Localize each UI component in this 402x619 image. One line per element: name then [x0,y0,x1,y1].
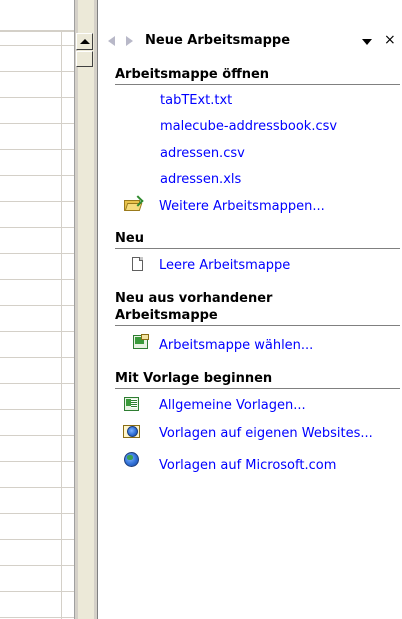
back-arrow-icon[interactable] [108,36,115,46]
recent-file-link[interactable]: adressen.csv [160,146,245,161]
task-pane-header: Neue Arbeitsmappe × [98,30,402,52]
scrollbar-thumb[interactable] [76,51,93,67]
blank-document-icon [129,256,147,273]
section-divider [115,248,400,249]
website-templates-link[interactable]: Vorlagen auf eigenen Websites... [159,426,373,441]
open-folder-icon [124,195,144,214]
section-heading-from-existing-line2: Arbeitsmappe [115,308,218,323]
choose-workbook-link[interactable]: Arbeitsmappe wählen... [159,338,313,353]
spreadsheet-header-area [0,0,74,32]
workbook-icon [132,334,150,351]
recent-file-link[interactable]: malecube-addressbook.csv [160,119,337,134]
more-workbooks-link[interactable]: Weitere Arbeitsmappen... [159,199,325,214]
microsoft-templates-link[interactable]: Vorlagen auf Microsoft.com [159,458,336,473]
scrollbar-track[interactable] [78,0,94,619]
section-heading-from-existing: Neu aus vorhandener [115,291,273,306]
web-folder-icon [123,423,141,440]
section-divider [115,325,400,326]
forward-arrow-icon[interactable] [126,36,133,46]
excel-window: Neue Arbeitsmappe × Arbeitsmappe öffnen … [0,0,402,619]
general-templates-link[interactable]: Allgemeine Vorlagen... [159,398,306,413]
section-divider [115,84,400,85]
blank-workbook-link[interactable]: Leere Arbeitsmappe [159,258,290,273]
dropdown-arrow-icon[interactable] [362,39,372,45]
header-divider [0,30,74,32]
section-heading-templates: Mit Vorlage beginnen [115,371,273,386]
task-pane: Neue Arbeitsmappe × Arbeitsmappe öffnen … [97,0,402,619]
recent-file-link[interactable]: adressen.xls [160,172,241,187]
task-pane-title[interactable]: Neue Arbeitsmappe [145,33,290,48]
section-heading-new: Neu [115,231,144,246]
vertical-scrollbar[interactable] [74,0,97,619]
arrow-up-icon [80,39,90,44]
section-divider [115,388,400,389]
close-icon[interactable]: × [384,32,396,48]
section-heading-open: Arbeitsmappe öffnen [115,67,270,82]
globe-icon [123,451,141,468]
recent-file-link[interactable]: tabTExt.txt [160,93,232,108]
spreadsheet-template-icon [123,396,141,413]
scroll-up-button[interactable] [76,33,93,50]
spreadsheet-grid[interactable] [0,0,74,619]
